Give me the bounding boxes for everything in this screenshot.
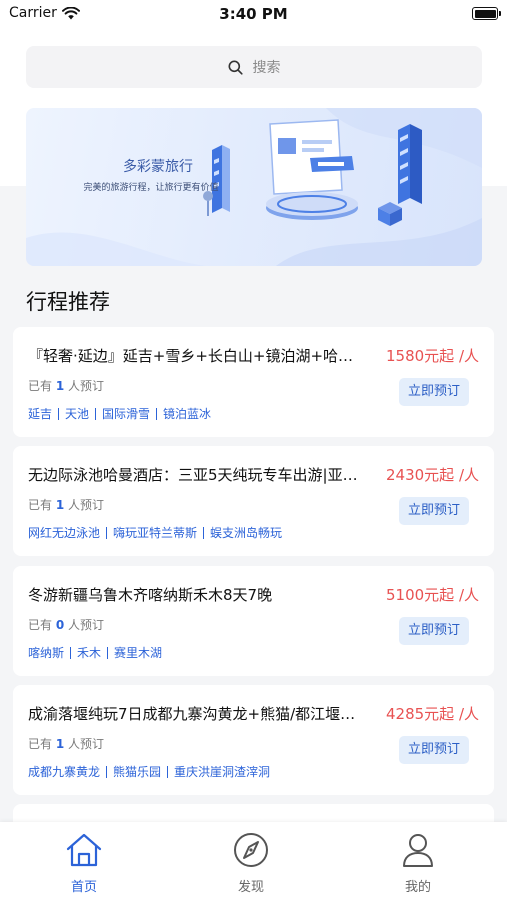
tag-divider <box>58 407 60 420</box>
trip-tags: 成都九寨黄龙 熊猫乐园 重庆洪崖洞渣滓洞 <box>28 763 270 780</box>
search-bar[interactable]: 搜索 <box>26 46 482 88</box>
book-now-button[interactable]: 立即预订 <box>399 617 469 645</box>
trip-tag: 天池 <box>65 407 90 421</box>
tab-home[interactable]: 首页 <box>34 832 134 895</box>
banner-subtitle: 完美的旅游行程，让旅行更有价值 <box>83 183 219 193</box>
booked-suffix: 人预订 <box>68 618 105 632</box>
trip-price: 4285元起 /人 <box>386 705 479 723</box>
trip-tag: 禾木 <box>77 646 102 660</box>
trip-tag: 成都九寨黄龙 <box>28 765 101 779</box>
trip-title: 无边际泳池哈曼酒店：三亚5天纯玩专车出游|亚特兰蒂斯 <box>28 466 368 484</box>
booked-prefix: 已有 <box>28 737 53 751</box>
booked-number: 1 <box>55 498 65 512</box>
trip-tag: 国际滑雪 <box>102 407 151 421</box>
booked-number: 1 <box>55 737 65 751</box>
tag-divider <box>70 646 72 659</box>
booked-suffix: 人预订 <box>68 379 105 393</box>
trip-tag: 熊猫乐园 <box>113 765 162 779</box>
trip-booked-count: 已有 1 人预订 <box>28 735 104 752</box>
search-placeholder: 搜索 <box>252 60 281 76</box>
trip-tag: 嗨玩亚特兰蒂斯 <box>113 526 198 540</box>
promo-banner[interactable]: 多彩蒙旅行 完美的旅游行程，让旅行更有价值 <box>26 108 482 266</box>
trip-price: 2430元起 /人 <box>386 466 479 484</box>
booked-prefix: 已有 <box>28 498 53 512</box>
trip-tags: 喀纳斯 禾木 赛里木湖 <box>28 644 162 661</box>
book-now-button[interactable]: 立即预订 <box>399 378 469 406</box>
trip-tag: 网红无边泳池 <box>28 526 101 540</box>
booked-prefix: 已有 <box>28 379 53 393</box>
trip-tag: 赛里木湖 <box>114 646 163 660</box>
tag-divider <box>106 526 108 539</box>
tab-profile[interactable]: 我的 <box>368 832 468 895</box>
tab-discover[interactable]: 发现 <box>201 832 301 895</box>
tag-divider <box>106 765 108 778</box>
trip-booked-count: 已有 1 人预订 <box>28 377 104 394</box>
status-time: 3:40 PM <box>219 5 288 23</box>
trip-title: 冬游新疆乌鲁木齐喀纳斯禾木8天7晚 <box>28 586 273 604</box>
battery-icon <box>472 7 501 20</box>
trip-card[interactable]: 无边际泳池哈曼酒店：三亚5天纯玩专车出游|亚特兰蒂斯 2430元起 /人 已有 … <box>13 446 494 556</box>
trip-price: 1580元起 /人 <box>386 347 479 365</box>
booked-number: 0 <box>55 618 65 632</box>
tab-label: 首页 <box>70 880 97 895</box>
tag-divider <box>167 765 169 778</box>
trip-tags: 延吉 天池 国际滑雪 镜泊蓝冰 <box>28 405 211 422</box>
booked-suffix: 人预订 <box>68 498 105 512</box>
tag-divider <box>203 526 205 539</box>
trip-price: 5100元起 /人 <box>386 586 479 604</box>
tag-divider <box>156 407 158 420</box>
booked-suffix: 人预订 <box>68 737 105 751</box>
section-title: 行程推荐 <box>26 290 110 314</box>
trip-booked-count: 已有 0 人预订 <box>28 616 104 633</box>
home-icon <box>66 833 102 867</box>
trip-card[interactable]: 『轻奢·延边』延吉+雪乡+长白山+镜泊湖+哈尔滨 1580元起 /人 已有 1 … <box>13 327 494 437</box>
tab-label: 我的 <box>404 880 431 895</box>
trip-tag: 蜈支洲岛畅玩 <box>210 526 283 540</box>
banner-title: 多彩蒙旅行 <box>123 159 193 175</box>
trip-tags: 网红无边泳池 嗨玩亚特兰蒂斯 蜈支洲岛畅玩 <box>28 524 282 541</box>
tab-label: 发现 <box>237 880 264 895</box>
trip-booked-count: 已有 1 人预订 <box>28 496 104 513</box>
user-icon <box>403 834 433 867</box>
book-now-button[interactable]: 立即预订 <box>399 497 469 525</box>
tab-bar: 首页 发现 我的 <box>0 822 507 900</box>
trip-title: 成渝落堰纯玩7日成都九寨沟黄龙+熊猫/都江堰乐山 <box>28 705 368 723</box>
book-now-button[interactable]: 立即预订 <box>399 736 469 764</box>
trip-tag: 重庆洪崖洞渣滓洞 <box>174 765 271 779</box>
trip-tag: 镜泊蓝冰 <box>163 407 212 421</box>
booked-number: 1 <box>55 379 65 393</box>
trip-tag: 喀纳斯 <box>28 646 65 660</box>
trip-tag: 延吉 <box>28 407 53 421</box>
compass-icon <box>234 833 268 867</box>
status-bar: Carrier 3:40 PM <box>0 0 507 28</box>
trip-title: 『轻奢·延边』延吉+雪乡+长白山+镜泊湖+哈尔滨 <box>28 347 368 365</box>
booked-prefix: 已有 <box>28 618 53 632</box>
trip-card[interactable]: 冬游新疆乌鲁木齐喀纳斯禾木8天7晚 5100元起 /人 已有 0 人预订 喀纳斯… <box>13 566 494 676</box>
search-icon <box>228 60 243 75</box>
trip-card[interactable]: 成渝落堰纯玩7日成都九寨沟黄龙+熊猫/都江堰乐山 4285元起 /人 已有 1 … <box>13 685 494 795</box>
tag-divider <box>95 407 97 420</box>
tag-divider <box>107 646 109 659</box>
